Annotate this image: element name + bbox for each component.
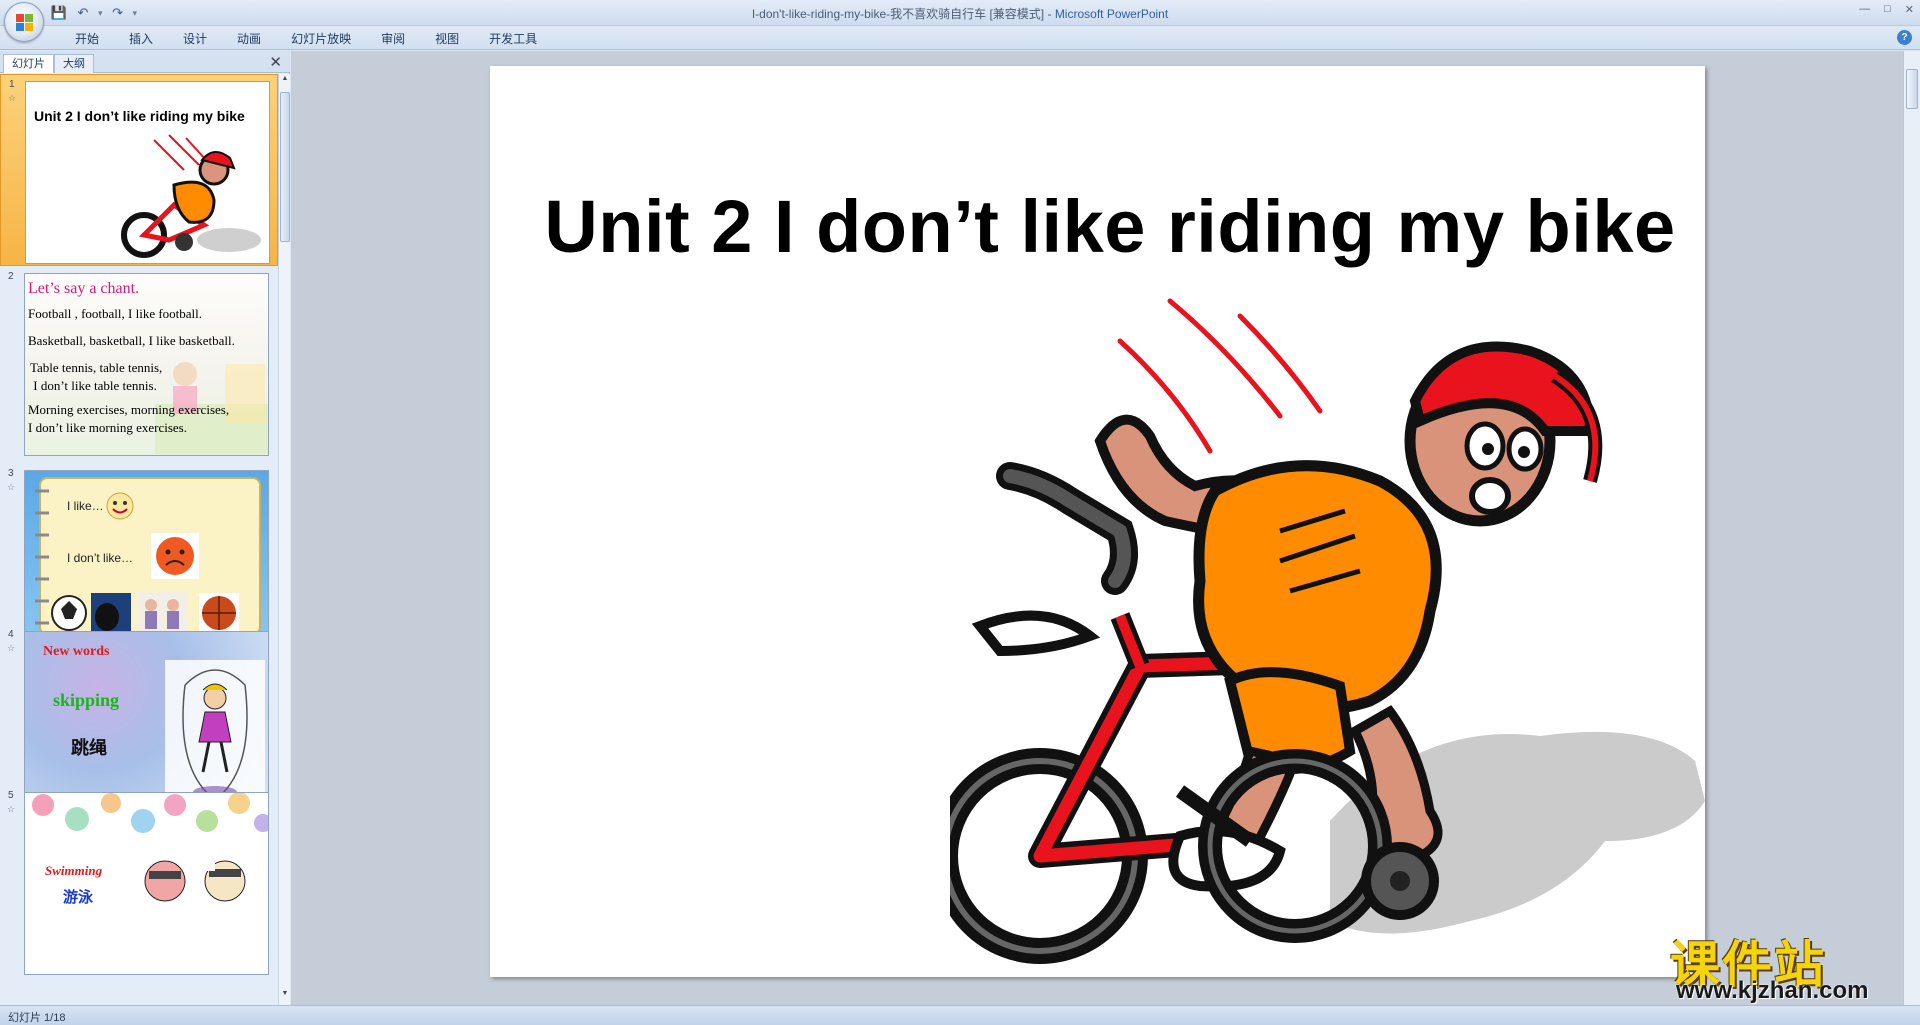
office-logo-icon [16, 14, 34, 32]
tab-developer[interactable]: 开发工具 [474, 30, 552, 48]
animation-star-icon: ☆ [8, 93, 17, 103]
thumbnail-line: skipping [53, 690, 120, 710]
thumbnail-list: 1 ☆ Unit 2 I don’t like riding my bike 2 [0, 74, 278, 1005]
slide-scrollbar[interactable] [1903, 51, 1920, 1005]
sad-face-icon [151, 533, 199, 579]
window-title: I-don't-like-riding-my-bike-我不喜欢骑自行车 [兼容… [751, 7, 1169, 21]
office-button[interactable] [4, 2, 44, 42]
thumbnail-number: 3 [8, 468, 14, 479]
animation-star-icon: ☆ [7, 482, 16, 492]
thumbnail-line: Swimming [45, 863, 103, 878]
thumbnail-scrollbar[interactable]: ▲ ▼ [278, 74, 290, 1005]
tab-home[interactable]: 开始 [60, 30, 114, 48]
tab-slideshow[interactable]: 幻灯片放映 [276, 30, 366, 48]
thumbnail-bike-boy-image [121, 134, 261, 258]
thumbnail-line: Basketball, basketball, I like basketbal… [28, 333, 235, 348]
slide-edit-area: Unit 2 I don’t like riding my bike [291, 51, 1903, 1005]
slide-counter: 幻灯片 1/18 [8, 1012, 66, 1024]
thumbnail-kids-image [155, 362, 268, 454]
ribbon: 开始 插入 设计 动画 幻灯片放映 审阅 视图 开发工具 ? [0, 26, 1920, 50]
tab-animations[interactable]: 动画 [222, 30, 276, 48]
thumbnail-number: 5 [8, 790, 14, 801]
pane-close-icon[interactable]: ✕ [269, 53, 282, 71]
scroll-up-icon[interactable]: ▲ [280, 75, 290, 89]
thumbnail-line: 跳绳 [71, 738, 107, 759]
tab-design[interactable]: 设计 [168, 30, 222, 48]
scrollbar-thumb[interactable] [1906, 69, 1918, 109]
slide-title[interactable]: Unit 2 I don’t like riding my bike [530, 184, 1690, 269]
minimize-icon[interactable]: — [1859, 3, 1870, 16]
watermark-url: www.kjzhan.com [1676, 977, 1869, 1004]
swimmers-image [144, 853, 246, 902]
thumbnail-number: 2 [8, 271, 14, 282]
window-controls: — □ ✕ [1859, 3, 1914, 16]
maximize-icon[interactable]: □ [1884, 3, 1891, 16]
animation-star-icon: ☆ [7, 643, 16, 653]
ribbon-tabs: 开始 插入 设计 动画 幻灯片放映 审阅 视图 开发工具 [60, 30, 552, 48]
thumbnail-line: I don’t like morning exercises. [28, 420, 187, 435]
thumbnail-slide-2[interactable]: Let’s say a chant. Football , football, … [24, 273, 269, 456]
thumbnail-line: Football , football, I like football. [28, 306, 203, 321]
tab-insert[interactable]: 插入 [114, 30, 168, 48]
title-bar: 💾 ↶ ▾ ↷ ▾ I-don't-like-riding-my-bike-我不… [0, 0, 1920, 42]
tab-review[interactable]: 审阅 [366, 30, 420, 48]
watermark-logo: 课件站 www.kjzhan.com [1670, 925, 1910, 1005]
scrollbar-thumb[interactable] [280, 92, 290, 242]
balloons-image [32, 793, 268, 833]
slides-pane: 幻灯片 大纲 ✕ 1 ☆ Unit 2 I don’t like riding … [0, 51, 290, 1005]
thumbnail-slide-5[interactable]: Swimming 游泳 [24, 792, 269, 975]
current-slide[interactable]: Unit 2 I don’t like riding my bike [490, 66, 1705, 977]
thumbnail-line: New words [43, 644, 110, 659]
thumbnail-title: Unit 2 I don’t like riding my bike [34, 108, 245, 124]
tab-outline[interactable]: 大纲 [54, 54, 94, 73]
animation-star-icon: ☆ [7, 804, 16, 814]
scroll-down-icon[interactable]: ▼ [280, 990, 290, 1004]
status-bar: 幻灯片 1/18 [0, 1005, 1920, 1025]
thumbnail-line: 游泳 [63, 888, 94, 906]
thumbnail-line: Let’s say a chant. [28, 280, 140, 297]
thumbnail-line: Morning exercises, morning exercises, [28, 402, 230, 417]
thumbnail-number: 1 [9, 79, 15, 90]
thumbnail-row-2[interactable]: 2 Let’s say a chant. Football , football… [0, 267, 278, 459]
thumbnail-row-1[interactable]: 1 ☆ Unit 2 I don’t like riding my bike [0, 74, 278, 266]
notebook-rings-icon [35, 489, 49, 625]
tab-slides[interactable]: 幻灯片 [3, 54, 54, 73]
thumbnail-line: Table tennis, table tennis, [30, 360, 163, 375]
thumbnail-number: 4 [8, 629, 14, 640]
thumbnail-line: I don’t like… [67, 551, 134, 565]
close-icon[interactable]: ✕ [1905, 3, 1914, 16]
happy-face-icon [106, 492, 134, 520]
tab-view[interactable]: 视图 [420, 30, 474, 48]
thumbnail-slide-1[interactable]: Unit 2 I don’t like riding my bike [25, 81, 270, 264]
pane-tabs: 幻灯片 大纲 ✕ [0, 51, 290, 73]
boy-falling-off-bike-image[interactable] [950, 281, 1705, 976]
thumbnail-row-5[interactable]: 5 ☆ Swimming 游泳 [0, 786, 278, 978]
thumbnail-line: I don’t like table tennis. [30, 378, 157, 393]
thumbnail-line: I like… [67, 499, 104, 513]
help-icon[interactable]: ? [1897, 30, 1912, 45]
